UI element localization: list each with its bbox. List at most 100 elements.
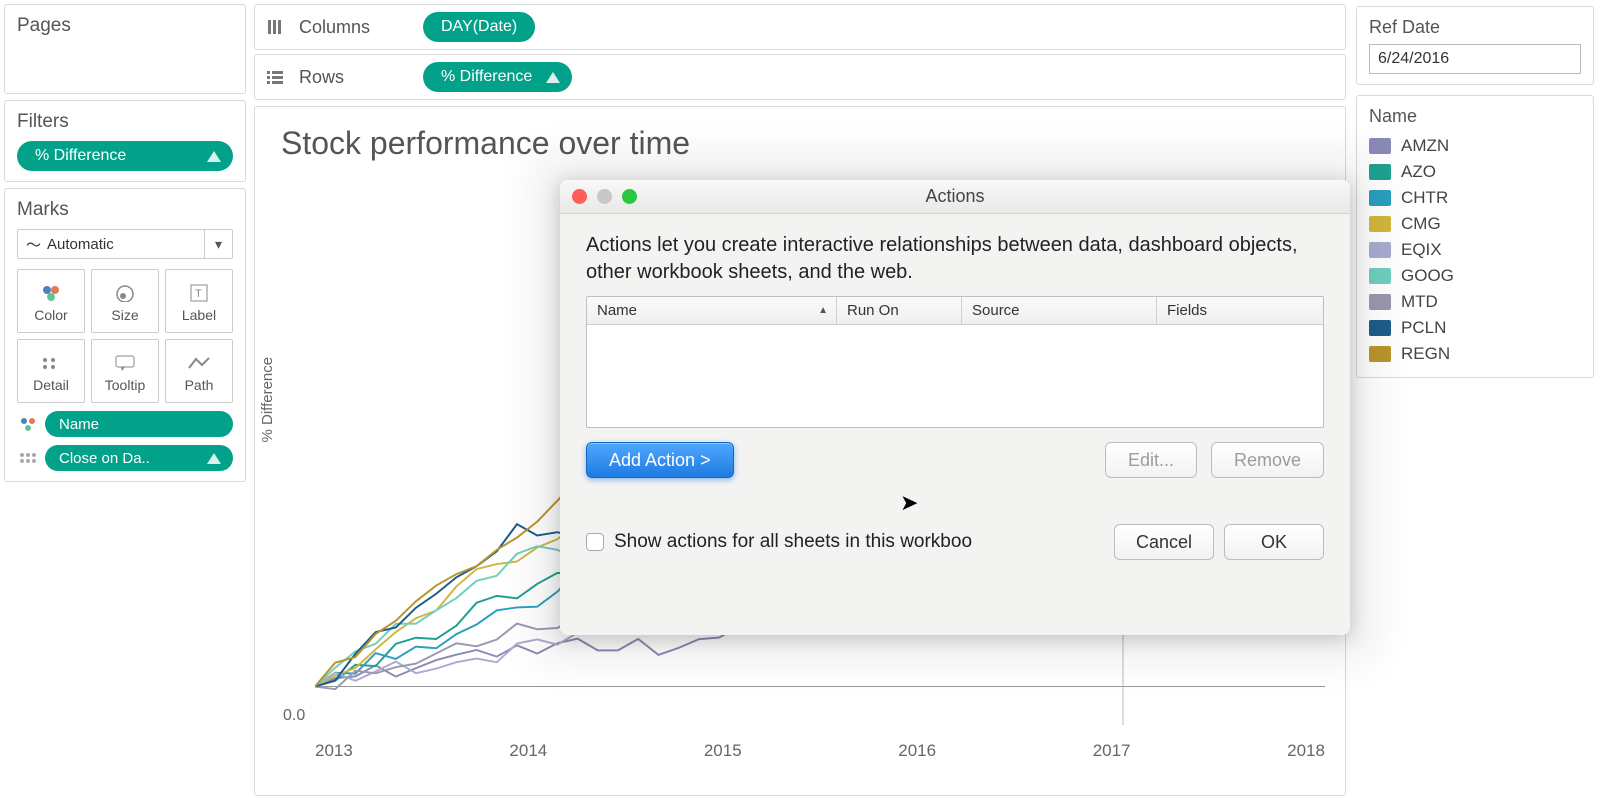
legend-swatch: [1369, 294, 1391, 310]
actions-dialog: Actions Actions let you create interacti…: [560, 180, 1350, 635]
dialog-title: Actions: [560, 186, 1350, 207]
legend-item[interactable]: CMG: [1369, 211, 1581, 237]
ref-date-input[interactable]: 6/24/2016: [1369, 44, 1581, 74]
marks-title: Marks: [17, 199, 233, 221]
columns-label: Columns: [299, 17, 409, 38]
legend-swatch: [1369, 242, 1391, 258]
remove-button[interactable]: Remove: [1211, 442, 1324, 478]
marks-label[interactable]: T Label: [165, 269, 233, 333]
marks-label-label: Label: [182, 307, 216, 323]
legend-title: Name: [1369, 106, 1581, 127]
legend-card: Name AMZN AZO CHTR CMG EQIX GOOG MTD PCLN REGN: [1356, 95, 1594, 378]
add-action-button[interactable]: Add Action >: [586, 442, 734, 478]
dialog-titlebar[interactable]: Actions: [560, 180, 1350, 214]
legend-label: PCLN: [1401, 318, 1446, 338]
legend-label: MTD: [1401, 292, 1438, 312]
edit-button[interactable]: Edit...: [1105, 442, 1197, 478]
filter-pill-label: % Difference: [35, 147, 126, 165]
columns-shelf[interactable]: Columns DAY(Date): [254, 4, 1346, 50]
marks-card: Marks 〜 Automatic ▾ Color: [4, 188, 246, 482]
line-icon: 〜: [26, 234, 41, 255]
marks-path-label: Path: [185, 377, 214, 393]
marks-type-value: Automatic: [47, 236, 114, 253]
legend-swatch: [1369, 320, 1391, 336]
filters-card: Filters % Difference: [4, 100, 246, 182]
show-all-checkbox[interactable]: [586, 533, 604, 551]
legend-item[interactable]: REGN: [1369, 341, 1581, 367]
legend-label: EQIX: [1401, 240, 1442, 260]
chart-title: Stock performance over time: [281, 125, 1325, 162]
legend-item[interactable]: CHTR: [1369, 185, 1581, 211]
rows-shelf[interactable]: Rows % Difference: [254, 54, 1346, 100]
legend-item[interactable]: EQIX: [1369, 237, 1581, 263]
path-icon: [188, 349, 210, 377]
legend-item[interactable]: MTD: [1369, 289, 1581, 315]
col-name[interactable]: Name: [587, 297, 837, 324]
marks-pill-close-label: Close on Da..: [59, 450, 150, 467]
rows-pill-pctdiff[interactable]: % Difference: [423, 62, 572, 92]
rows-pill-label: % Difference: [441, 68, 532, 86]
marks-color[interactable]: Color: [17, 269, 85, 333]
marks-pill-name[interactable]: Name: [45, 411, 233, 437]
legend-item[interactable]: AMZN: [1369, 133, 1581, 159]
x-axis-ticks: 201320142015201620172018: [315, 741, 1325, 761]
marks-tooltip[interactable]: Tooltip: [91, 339, 159, 403]
marks-path[interactable]: Path: [165, 339, 233, 403]
rows-icon: [265, 69, 285, 85]
actions-table[interactable]: Name Run On Source Fields: [586, 296, 1324, 428]
x-tick: 2018: [1287, 741, 1325, 761]
ref-date-value: 6/24/2016: [1378, 50, 1449, 68]
pages-title: Pages: [17, 15, 233, 37]
legend-label: CMG: [1401, 214, 1441, 234]
ref-date-card: Ref Date 6/24/2016: [1356, 6, 1594, 85]
marks-detail-label: Detail: [33, 377, 69, 393]
marks-pill-close[interactable]: Close on Da..: [45, 445, 233, 471]
columns-pill-date[interactable]: DAY(Date): [423, 12, 535, 42]
marks-size[interactable]: Size: [91, 269, 159, 333]
legend-swatch: [1369, 346, 1391, 362]
marks-detail[interactable]: Detail: [17, 339, 85, 403]
cancel-button[interactable]: Cancel: [1114, 524, 1214, 560]
label-icon: T: [190, 279, 208, 307]
columns-pill-label: DAY(Date): [441, 18, 517, 36]
x-tick: 2014: [509, 741, 547, 761]
rows-label: Rows: [299, 67, 409, 88]
col-fields[interactable]: Fields: [1157, 297, 1323, 324]
color-dots-icon: [17, 416, 39, 432]
show-all-label: Show actions for all sheets in this work…: [614, 531, 972, 553]
y-tick-zero: 0.0: [283, 707, 305, 725]
legend-item[interactable]: AZO: [1369, 159, 1581, 185]
pages-card: Pages: [4, 4, 246, 94]
x-tick: 2017: [1093, 741, 1131, 761]
legend-label: CHTR: [1401, 188, 1448, 208]
chevron-down-icon: ▾: [204, 230, 232, 258]
col-source[interactable]: Source: [962, 297, 1157, 324]
legend-item[interactable]: GOOG: [1369, 263, 1581, 289]
legend-item[interactable]: PCLN: [1369, 315, 1581, 341]
filter-pill-pctdiff[interactable]: % Difference: [17, 141, 233, 171]
triangle-icon: [207, 151, 221, 162]
legend-label: GOOG: [1401, 266, 1454, 286]
legend-swatch: [1369, 138, 1391, 154]
marks-tooltip-label: Tooltip: [105, 377, 145, 393]
y-axis-label: % Difference: [259, 357, 276, 443]
marks-color-label: Color: [34, 307, 67, 323]
color-icon: [41, 279, 61, 307]
marks-pill-name-label: Name: [59, 416, 99, 433]
marks-type-select[interactable]: 〜 Automatic ▾: [17, 229, 233, 259]
columns-icon: [265, 19, 285, 35]
legend-label: AZO: [1401, 162, 1436, 182]
legend-swatch: [1369, 164, 1391, 180]
x-tick: 2013: [315, 741, 353, 761]
tooltip-icon: [115, 349, 135, 377]
ok-button[interactable]: OK: [1224, 524, 1324, 560]
svg-text:T: T: [195, 288, 202, 300]
legend-swatch: [1369, 190, 1391, 206]
x-tick: 2016: [898, 741, 936, 761]
filters-title: Filters: [17, 111, 233, 133]
ref-date-label: Ref Date: [1369, 17, 1581, 38]
col-runon[interactable]: Run On: [837, 297, 962, 324]
legend-swatch: [1369, 268, 1391, 284]
size-icon: [114, 279, 136, 307]
detail-icon: [41, 349, 61, 377]
